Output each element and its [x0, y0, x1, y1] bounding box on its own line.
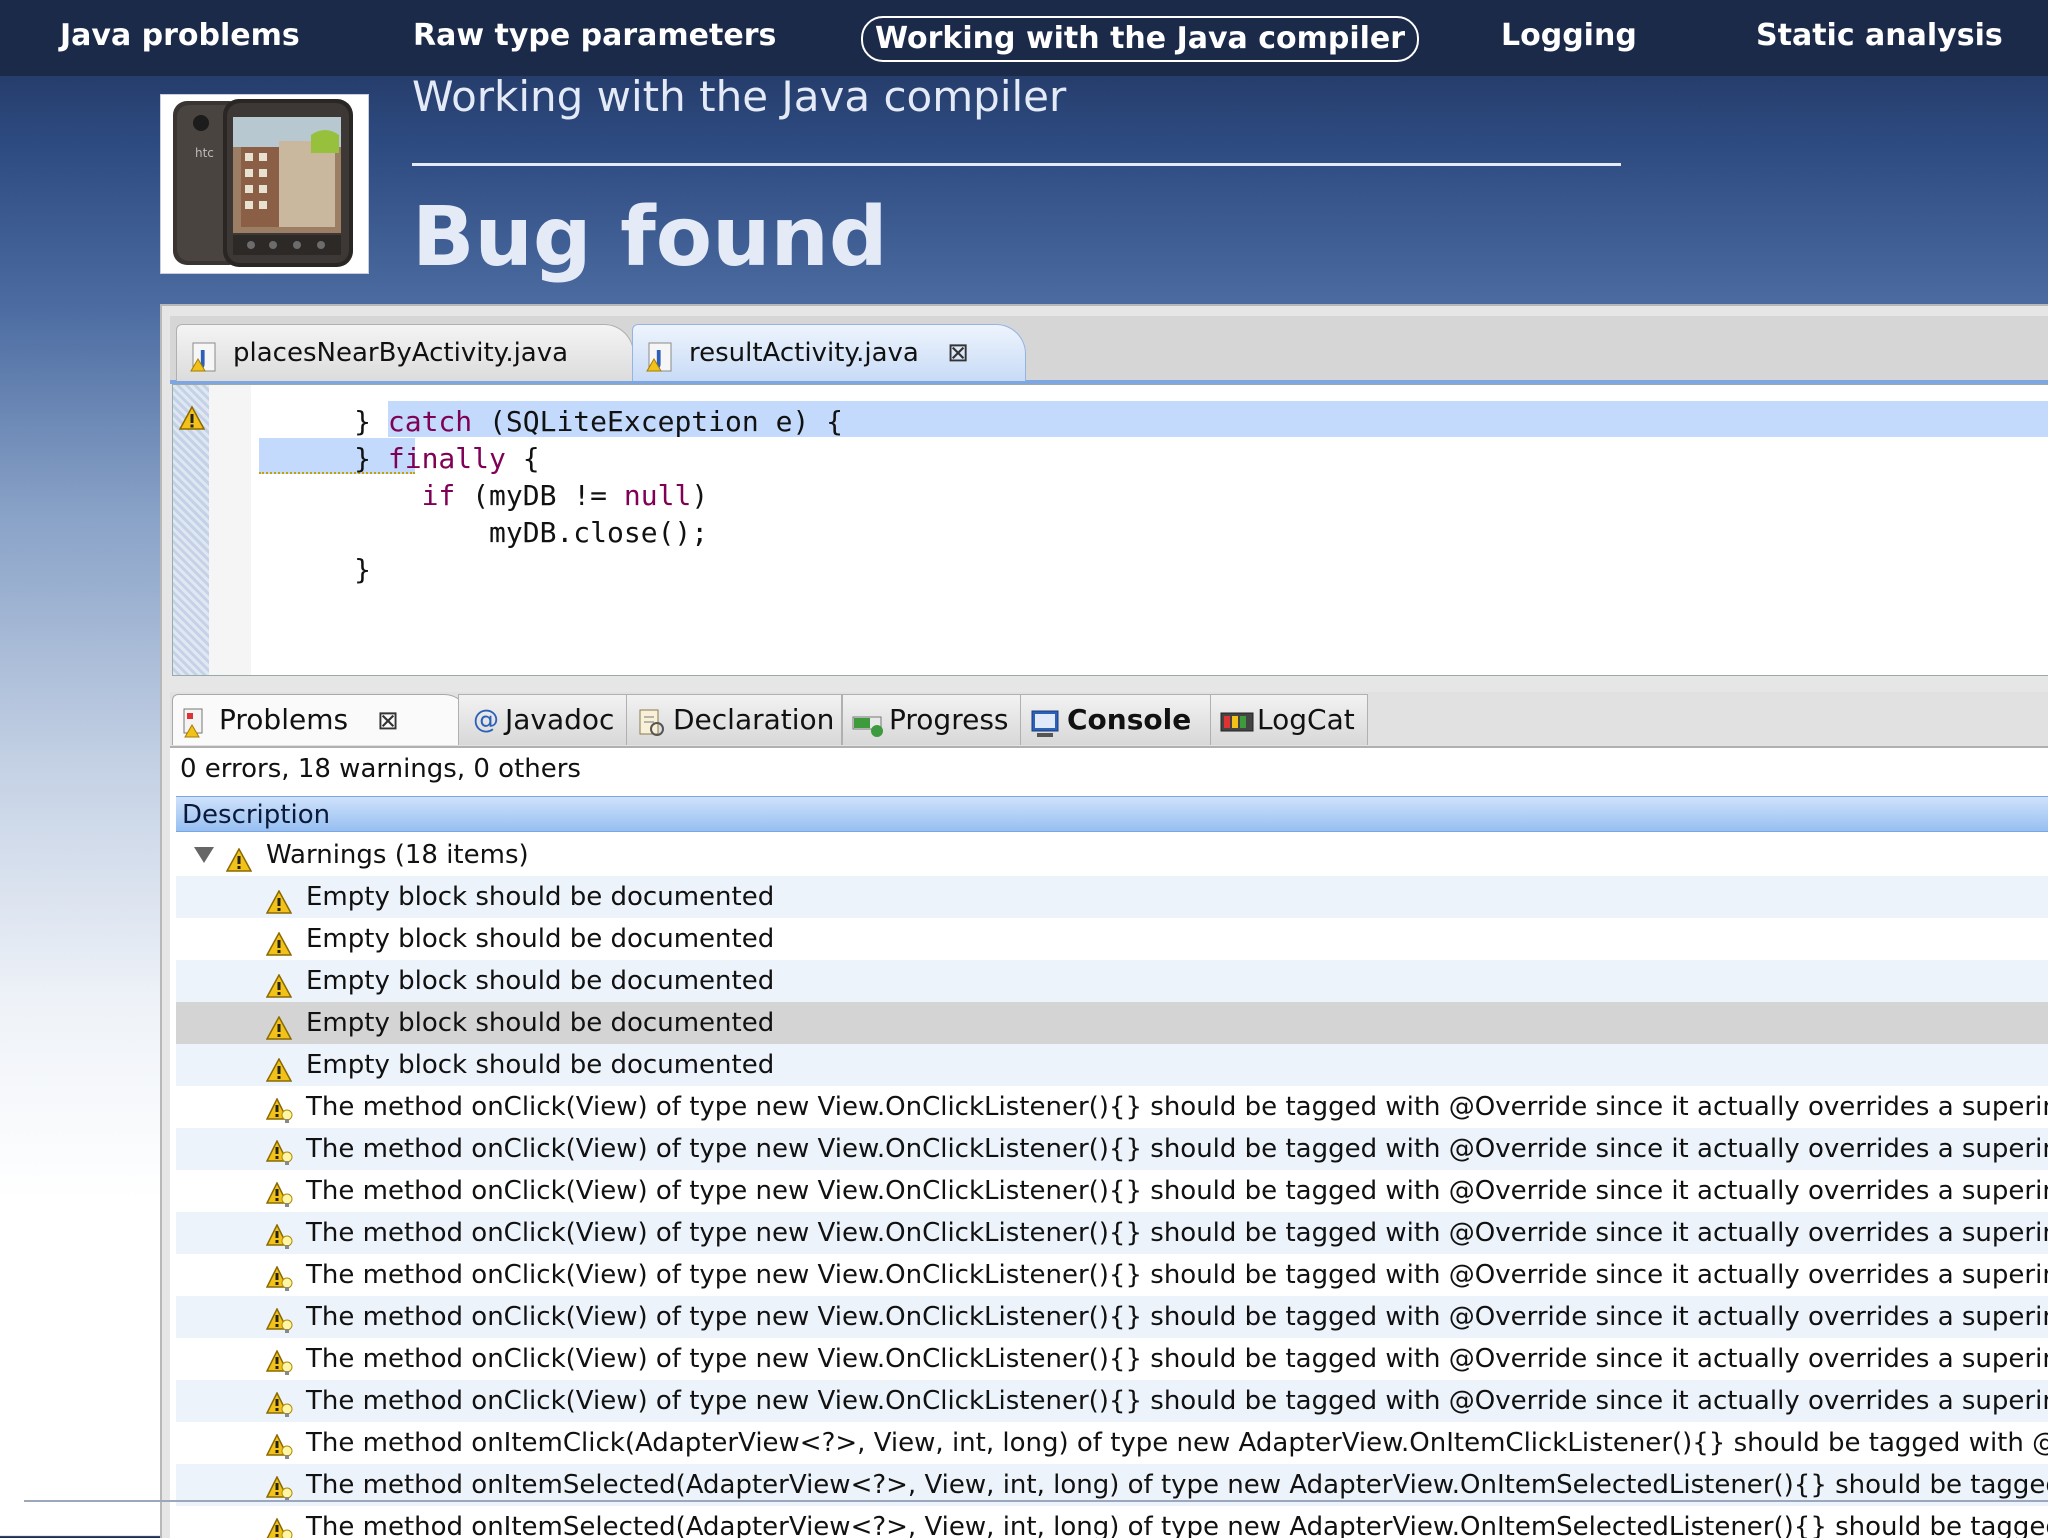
- problem-description: Empty block should be documented: [306, 882, 775, 912]
- group-label: Warnings (18 items): [266, 840, 529, 870]
- problem-description: The method onClick(View) of type new Vie…: [306, 1134, 2048, 1164]
- problem-description: The method onClick(View) of type new Vie…: [306, 1176, 2048, 1206]
- problem-row[interactable]: The method onItemClick(AdapterView<?>, V…: [176, 1422, 2048, 1464]
- tab-label: Declaration: [673, 703, 835, 736]
- code-line: } finally {: [253, 442, 540, 475]
- slide-footer-line: [24, 1500, 2048, 1502]
- column-header-description[interactable]: Description: [176, 796, 2048, 832]
- nav-item-working-with-compiler[interactable]: Working with the Java compiler: [861, 16, 1420, 62]
- code-line: } catch (SQLiteException e) {: [253, 405, 844, 438]
- problems-view: Problems ⊠ @ Javadoc Declaration Progres…: [170, 692, 2048, 1538]
- problem-description: Empty block should be documented: [306, 1008, 775, 1038]
- expand-arrow-icon[interactable]: [194, 847, 214, 863]
- title-divider: [412, 163, 1621, 166]
- tab-result-activity[interactable]: J resultActivity.java ⊠: [632, 324, 1026, 381]
- problem-row[interactable]: The method onClick(View) of type new Vie…: [176, 1380, 2048, 1422]
- problem-row[interactable]: Empty block should be documented: [176, 1002, 2048, 1044]
- problem-row[interactable]: The method onClick(View) of type new Vie…: [176, 1296, 2048, 1338]
- problem-description: Empty block should be documented: [306, 1050, 775, 1080]
- console-icon: [1029, 705, 1061, 755]
- problem-row[interactable]: The method onItemSelected(AdapterView<?>…: [176, 1506, 2048, 1538]
- code-line: myDB.close();: [253, 516, 709, 549]
- problem-row[interactable]: The method onClick(View) of type new Vie…: [176, 1086, 2048, 1128]
- problems-summary: 0 errors, 18 warnings, 0 others: [180, 754, 581, 784]
- logcat-icon: [1219, 705, 1255, 755]
- nav-item-java-problems[interactable]: Java problems: [60, 14, 300, 58]
- tab-label: Javadoc: [505, 703, 615, 736]
- close-tab-icon[interactable]: ⊠: [377, 696, 399, 746]
- top-navigation: Java problems Raw type parameters Workin…: [0, 0, 2048, 76]
- tab-places-near-by-activity[interactable]: J placesNearByActivity.java: [176, 324, 634, 381]
- slide-title: Bug found: [412, 190, 888, 285]
- problem-row[interactable]: The method onClick(View) of type new Vie…: [176, 1128, 2048, 1170]
- problems-icon: [181, 705, 215, 755]
- editor-tab-bar: J placesNearByActivity.java J resultActi…: [170, 316, 2048, 384]
- problem-row[interactable]: The method onClick(View) of type new Vie…: [176, 1170, 2048, 1212]
- line-number-gutter: [209, 385, 251, 675]
- nav-item-raw-type-parameters[interactable]: Raw type parameters: [413, 14, 776, 58]
- problem-description: Empty block should be documented: [306, 924, 775, 954]
- tree-group-warnings[interactable]: Warnings (18 items): [176, 834, 2048, 876]
- problem-row[interactable]: The method onClick(View) of type new Vie…: [176, 1254, 2048, 1296]
- nav-item-logging[interactable]: Logging: [1501, 14, 1637, 58]
- problem-description: The method onItemClick(AdapterView<?>, V…: [306, 1428, 2048, 1458]
- problem-row[interactable]: Empty block should be documented: [176, 960, 2048, 1002]
- problem-description: The method onClick(View) of type new Vie…: [306, 1302, 2048, 1332]
- tab-problems[interactable]: Problems ⊠: [172, 694, 470, 745]
- problem-description: The method onClick(View) of type new Vie…: [306, 1260, 2048, 1290]
- code-editor[interactable]: } catch (SQLiteException e) { } finally …: [172, 384, 2048, 676]
- tab-label: resultActivity.java: [689, 338, 919, 368]
- view-tab-bar: Problems ⊠ @ Javadoc Declaration Progres…: [170, 692, 2048, 748]
- tab-label: LogCat: [1257, 703, 1355, 736]
- problem-row[interactable]: The method onClick(View) of type new Vie…: [176, 1212, 2048, 1254]
- tab-label: Progress: [889, 703, 1009, 736]
- declaration-icon: [635, 705, 667, 755]
- tab-console[interactable]: Console: [1020, 694, 1214, 745]
- tab-declaration[interactable]: Declaration: [626, 694, 842, 745]
- tab-logcat[interactable]: LogCat: [1210, 694, 1368, 745]
- close-tab-icon[interactable]: ⊠: [947, 325, 969, 381]
- at-sign-icon: @: [473, 705, 499, 735]
- code-block[interactable]: } catch (SQLiteException e) { } finally …: [253, 403, 843, 588]
- problem-row[interactable]: Empty block should be documented: [176, 918, 2048, 960]
- problem-description: The method onClick(View) of type new Vie…: [306, 1218, 2048, 1248]
- tab-label: Console: [1067, 703, 1192, 736]
- problem-row[interactable]: Empty block should be documented: [176, 1044, 2048, 1086]
- slide-subtitle: Working with the Java compiler: [412, 72, 1067, 121]
- nav-item-static-analysis[interactable]: Static analysis: [1756, 14, 2003, 58]
- tab-javadoc[interactable]: @ Javadoc: [458, 694, 632, 745]
- warning-marker-icon[interactable]: [178, 405, 206, 435]
- eclipse-window: J placesNearByActivity.java J resultActi…: [160, 304, 2048, 1538]
- problem-description: The method onClick(View) of type new Vie…: [306, 1386, 2048, 1416]
- phone-image: htc: [160, 94, 369, 274]
- svg-text:htc: htc: [195, 146, 214, 160]
- tab-progress[interactable]: Progress: [842, 694, 1022, 745]
- warning-quickfix-icon: [266, 1515, 294, 1538]
- problems-tree: Warnings (18 items) Empty block should b…: [176, 834, 2048, 1538]
- problem-description: The method onClick(View) of type new Vie…: [306, 1344, 2048, 1374]
- code-line: }: [253, 553, 372, 586]
- problem-description: The method onClick(View) of type new Vie…: [306, 1092, 2048, 1122]
- problem-row[interactable]: The method onClick(View) of type new Vie…: [176, 1338, 2048, 1380]
- problem-description: The method onItemSelected(AdapterView<?>…: [306, 1512, 2048, 1538]
- progress-icon: [851, 705, 885, 755]
- problem-row[interactable]: Empty block should be documented: [176, 876, 2048, 918]
- tab-label: placesNearByActivity.java: [233, 338, 569, 368]
- problem-description: Empty block should be documented: [306, 966, 775, 996]
- tab-label: Problems: [219, 703, 349, 736]
- code-line: if (myDB != null): [421, 479, 709, 512]
